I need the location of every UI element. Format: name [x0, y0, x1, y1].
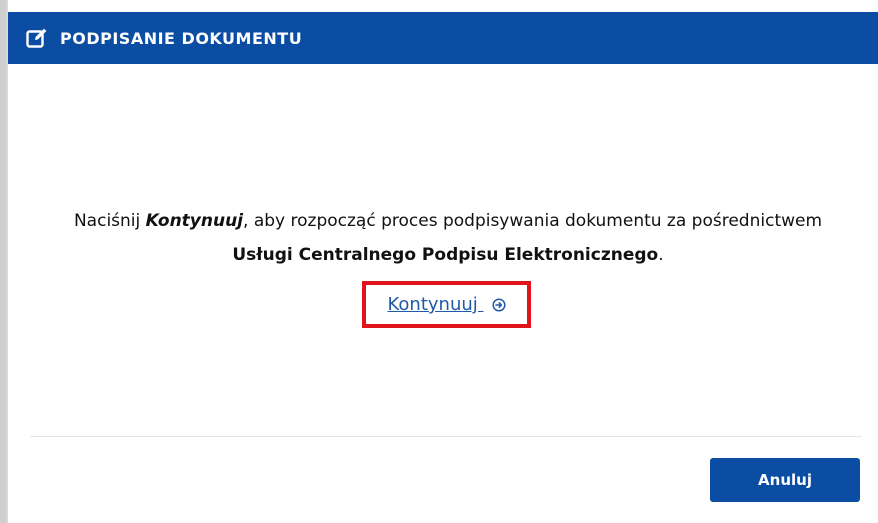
dialog-header: PODPISANIE DOKUMENTU	[8, 12, 878, 64]
continue-highlight: Kontynuuj	[362, 281, 531, 328]
signing-dialog: PODPISANIE DOKUMENTU Naciśnij Kontynuuj,…	[8, 0, 878, 523]
message-text-middle: , aby rozpocząć proces podpisywania doku…	[243, 211, 823, 231]
continue-link-label: Kontynuuj	[387, 294, 484, 315]
dialog-top-strip	[8, 0, 878, 12]
arrow-right-circle-icon	[491, 297, 506, 312]
background-edge	[0, 0, 8, 523]
edit-icon	[24, 25, 50, 51]
footer-divider	[30, 436, 862, 437]
message-service-name: Usługi Centralnego Podpisu Elektroniczne…	[232, 245, 659, 265]
cancel-button[interactable]: Anuluj	[710, 458, 860, 502]
page: PODPISANIE DOKUMENTU Naciśnij Kontynuuj,…	[0, 0, 878, 523]
message-text-end: .	[658, 245, 664, 265]
message-text-start: Naciśnij	[73, 211, 146, 231]
message-emphasis: Kontynuuj	[145, 211, 244, 231]
dialog-title: PODPISANIE DOKUMENTU	[60, 28, 303, 48]
instruction-message: Naciśnij Kontynuuj, aby rozpocząć proces…	[48, 204, 848, 272]
continue-link[interactable]: Kontynuuj	[388, 294, 506, 315]
